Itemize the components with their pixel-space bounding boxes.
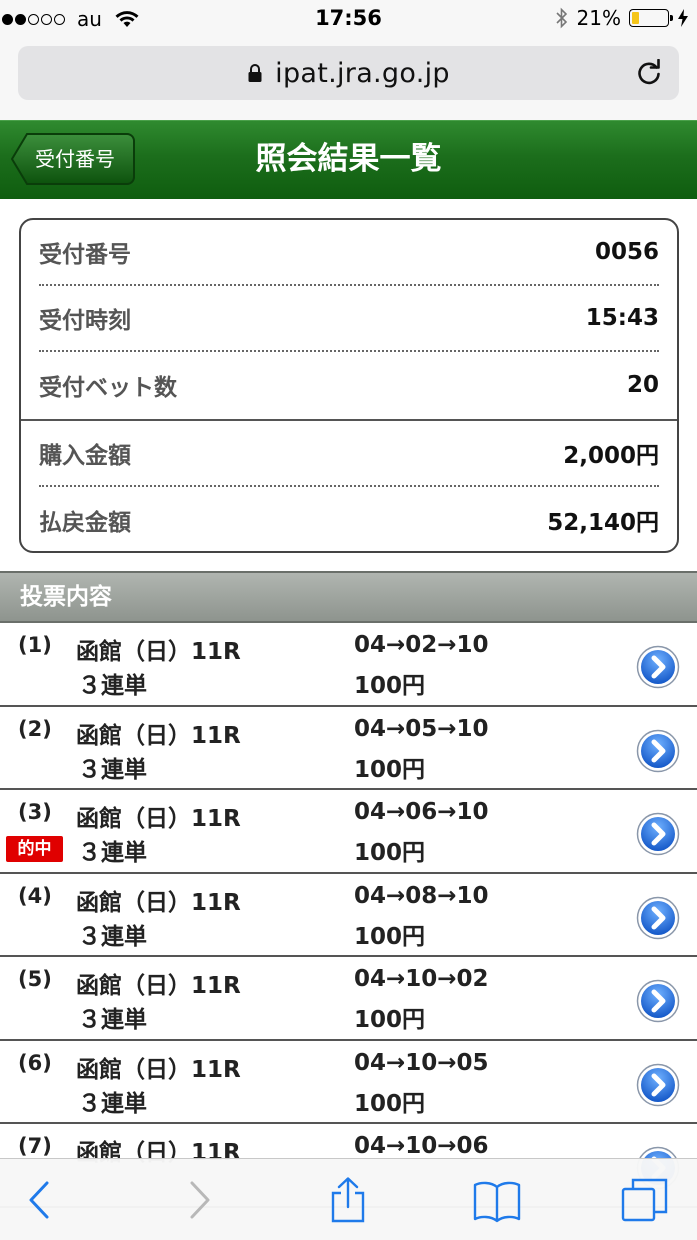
bet-type: ３連単 <box>78 923 147 950</box>
summary-value: 52,140円 <box>547 510 659 536</box>
lock-icon <box>248 64 262 82</box>
back-arrow-icon[interactable] <box>16 1177 66 1223</box>
forward-arrow-icon[interactable] <box>173 1177 223 1223</box>
bet-race: 函館（日）11R <box>76 889 241 916</box>
status-right: 21% <box>555 6 689 30</box>
summary-label: 受付番号 <box>39 242 131 268</box>
browser-toolbar <box>0 1158 697 1240</box>
bet-combination: 04→06→10 <box>354 799 489 825</box>
bet-amount: 100円 <box>354 1007 426 1033</box>
bet-race: 函館（日）11R <box>76 1056 241 1083</box>
bet-combination: 04→10→02 <box>354 966 489 992</box>
bet-race: 函館（日）11R <box>76 639 241 665</box>
status-bar: au 17:56 21% <box>0 0 697 40</box>
bet-type: ３連単 <box>78 673 147 699</box>
bet-race: 函館（日）11R <box>76 973 241 999</box>
bet-amount: 100円 <box>354 923 426 950</box>
reload-icon[interactable] <box>635 59 663 87</box>
detail-arrow-icon[interactable] <box>636 979 680 1023</box>
bet-row[interactable]: (6) 函館（日）11R ３連単 04→10→05 100円 <box>0 1040 697 1124</box>
summary-value: 20 <box>626 372 659 398</box>
charging-icon <box>678 9 688 27</box>
battery-icon <box>629 9 673 27</box>
section-header: 投票内容 <box>0 571 697 623</box>
address-bar[interactable]: ipat.jra.go.jp <box>18 46 679 100</box>
bet-combination: 04→10→05 <box>354 1049 489 1076</box>
bet-combination: 04→02→10 <box>354 632 489 658</box>
bet-number: (7) <box>18 1134 52 1158</box>
bet-type: ３連単 <box>78 1090 147 1117</box>
bet-number: (3) <box>18 800 52 824</box>
bet-row[interactable]: (5) 函館（日）11R ３連単 04→10→02 100円 <box>0 957 697 1041</box>
bet-row[interactable]: (1) 函館（日）11R ３連単 04→02→10 100円 <box>0 623 697 707</box>
tabs-icon[interactable] <box>620 1177 670 1223</box>
bet-combination: 04→10→06 <box>354 1133 489 1159</box>
bet-combination: 04→05→10 <box>354 715 489 742</box>
summary-row-receipt-time: 受付時刻 15:43 <box>39 286 659 352</box>
bet-number: (2) <box>18 716 52 741</box>
bookmarks-icon[interactable] <box>472 1177 522 1223</box>
summary-value: 15:43 <box>585 305 659 331</box>
bet-row[interactable]: (4) 函館（日）11R ３連単 04→08→10 100円 <box>0 873 697 957</box>
summary-label: 受付時刻 <box>39 308 131 334</box>
back-button[interactable]: 受付番号 <box>11 132 135 186</box>
summary-row-receipt-number: 受付番号 0056 <box>39 220 659 286</box>
bet-number: (4) <box>18 883 52 908</box>
bet-type: ３連単 <box>78 840 147 866</box>
summary-label: 払戻金額 <box>39 510 131 536</box>
bet-number: (5) <box>18 967 52 991</box>
summary-row-purchase-amount: 購入金額 2,000円 <box>39 421 659 487</box>
bet-race: 函館（日）11R <box>76 722 241 749</box>
summary-label: 購入金額 <box>39 443 131 469</box>
bet-combination: 04→08→10 <box>354 882 489 909</box>
battery-level <box>632 12 639 24</box>
bet-type: ３連単 <box>78 756 147 783</box>
bet-row[interactable]: (3) 的中 函館（日）11R ３連単 04→06→10 100円 <box>0 790 697 874</box>
detail-arrow-icon[interactable] <box>636 729 680 773</box>
url-text: ipat.jra.go.jp <box>275 57 450 89</box>
summary-row-payout-amount: 払戻金額 52,140円 <box>39 487 659 551</box>
battery-percent: 21% <box>576 6 621 30</box>
bet-list: (1) 函館（日）11R ３連単 04→02→10 100円 (2) 函館（日）… <box>0 623 697 1208</box>
bet-row[interactable]: (2) 函館（日）11R ３連単 04→05→10 100円 <box>0 706 697 790</box>
section-title: 投票内容 <box>20 584 112 610</box>
bet-type: ３連単 <box>78 1007 147 1033</box>
browser-address-area: ipat.jra.go.jp <box>0 40 697 120</box>
page-header: 受付番号 照会結果一覧 <box>0 120 697 199</box>
detail-arrow-icon[interactable] <box>636 645 680 689</box>
summary-value: 0056 <box>594 239 659 265</box>
bet-number: (1) <box>18 633 52 657</box>
detail-arrow-icon[interactable] <box>636 812 680 856</box>
summary-value: 2,000円 <box>563 443 659 469</box>
bet-amount: 100円 <box>354 756 426 783</box>
summary-card: 受付番号 0056 受付時刻 15:43 受付ベット数 20 購入金額 2,00… <box>19 218 679 553</box>
back-button-label: 受付番号 <box>35 147 115 171</box>
share-icon[interactable] <box>323 1177 373 1223</box>
hit-badge: 的中 <box>6 836 63 862</box>
page-title: 照会結果一覧 <box>255 141 442 177</box>
bluetooth-icon <box>555 7 567 29</box>
bet-number: (6) <box>18 1050 52 1075</box>
bet-race: 函館（日）11R <box>76 806 241 832</box>
summary-row-bet-count: 受付ベット数 20 <box>39 352 659 418</box>
bet-amount: 100円 <box>354 840 426 866</box>
bet-amount: 100円 <box>354 1090 426 1117</box>
detail-arrow-icon[interactable] <box>636 896 680 940</box>
detail-arrow-icon[interactable] <box>636 1063 680 1107</box>
bet-amount: 100円 <box>354 673 426 699</box>
summary-label: 受付ベット数 <box>39 375 177 401</box>
